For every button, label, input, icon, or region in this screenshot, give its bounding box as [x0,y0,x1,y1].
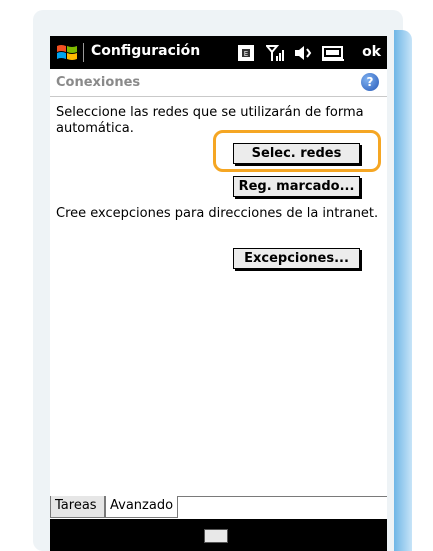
tab-tareas[interactable]: Tareas [50,496,105,518]
title-bar: Configuración E ok [50,36,387,69]
ok-button[interactable]: ok [362,44,381,60]
svg-text:E: E [244,50,248,58]
exceptions-text: Cree excepciones para direcciones de la … [56,206,379,221]
help-icon[interactable]: ? [361,73,379,91]
tab-avanzado[interactable]: Avanzado [105,496,178,518]
keyboard-icon[interactable] [204,529,228,543]
window-title: Configuración [91,43,201,59]
windows-flag-icon[interactable] [55,42,79,64]
tab-bar: Tareas Avanzado [50,496,387,520]
exceptions-button[interactable]: Excepciones... [233,248,360,269]
title-separator [83,43,84,62]
page-title: Conexiones [56,75,141,90]
sim-card-icon[interactable]: E [237,43,255,63]
signal-strength-icon[interactable] [266,43,286,63]
device-screen: Configuración E ok Conexiones ? Seleccio… [50,36,387,551]
soft-key-bar [50,519,387,551]
select-networks-button[interactable]: Selec. redes [233,143,360,164]
battery-icon[interactable] [322,43,344,63]
speaker-icon[interactable] [294,43,314,63]
device-frame-edge [394,30,412,551]
page-header: Conexiones ? [50,69,387,97]
dialing-rules-button[interactable]: Reg. marcado... [233,176,360,197]
